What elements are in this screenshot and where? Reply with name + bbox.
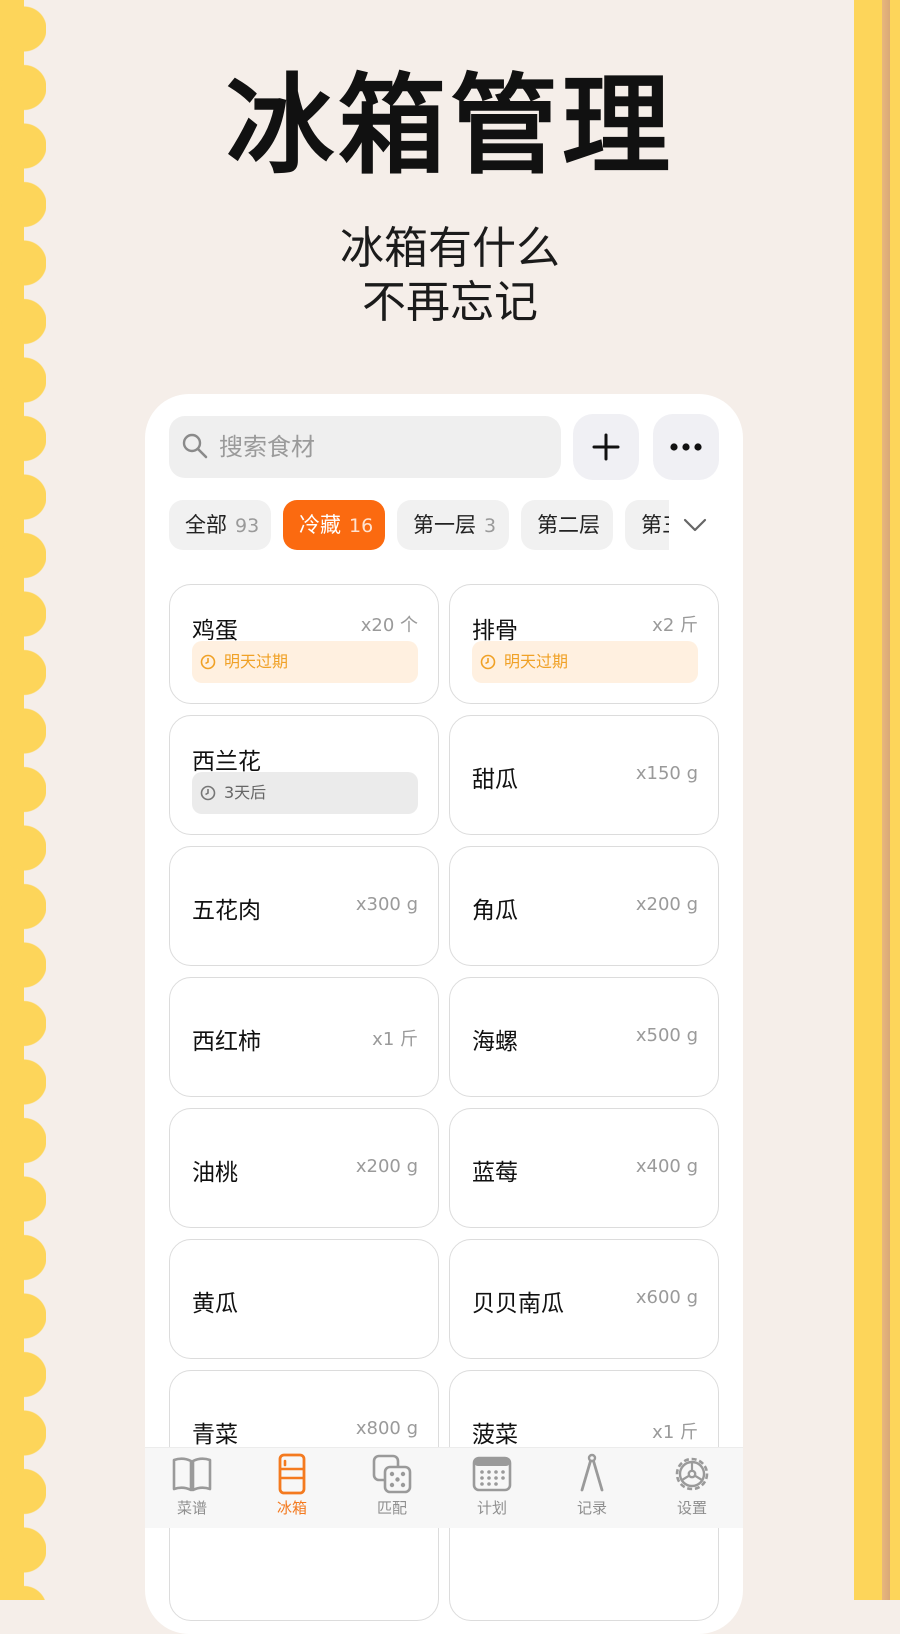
more-dots-icon [670,443,702,451]
food-card[interactable]: 五花肉 x300 g [169,846,439,966]
food-card[interactable]: 排骨 x2 斤 明天过期 [449,584,719,704]
compass-icon [580,1453,604,1492]
more-button[interactable] [653,414,719,480]
nav-label: 计划 [476,1499,507,1517]
food-name: 贝贝南瓜 [472,1291,564,1317]
nav-label: 冰箱 [276,1499,307,1517]
clock-icon [200,654,216,670]
tab-chilled[interactable]: 冷藏 16 [283,500,385,550]
search-icon [182,433,208,459]
food-quantity: x150 g [635,763,698,784]
food-name: 油桃 [192,1160,238,1186]
food-card[interactable]: 西兰花 3天后 [169,715,439,835]
food-name: 鸡蛋 [192,618,238,644]
food-name: 角瓜 [472,898,518,924]
fridge-icon [278,1453,306,1495]
food-name: 西兰花 [192,749,261,775]
expiry-text: 3天后 [224,783,267,802]
food-card[interactable]: 蓝莓 x400 g [449,1108,719,1228]
food-name: 甜瓜 [472,767,518,793]
food-quantity: x400 g [635,1156,698,1177]
nav-fridge[interactable]: 冰箱 [247,1452,337,1520]
add-button[interactable] [573,414,639,480]
food-card[interactable]: 海螺 x500 g [449,977,719,1097]
nav-settings[interactable]: 设置 [647,1452,737,1520]
hero-subtitle-line2: 不再忘记 [362,277,538,328]
tab-label: 冷藏 [299,513,341,537]
food-card[interactable]: 黄瓜 [169,1239,439,1359]
hero-title: 冰箱管理 [225,64,674,189]
food-quantity: x600 g [635,1287,698,1308]
nav-recipes[interactable]: 菜谱 [147,1452,237,1520]
plus-icon [592,433,620,461]
tab-count: 3 [484,515,497,537]
nav-label: 匹配 [376,1499,407,1517]
expiry-badge: 明天过期 [472,641,698,683]
nav-label: 菜谱 [176,1499,207,1517]
food-card[interactable]: 鸡蛋 x20 个 明天过期 [169,584,439,704]
book-icon [172,1457,212,1492]
hero-subtitle-line1: 冰箱有什么 [340,223,560,274]
search-placeholder[interactable]: 搜索食材 [219,416,315,478]
tab-count: 16 [349,515,374,537]
nav-label: 记录 [576,1499,607,1517]
food-card[interactable]: 西红柿 x1 斤 [169,977,439,1097]
food-quantity: x2 斤 [652,615,698,636]
food-quantity: x300 g [355,894,418,915]
bottom-nav: 菜谱 冰箱 匹配 计划 记录 设置 [145,1447,743,1528]
food-quantity: x200 g [635,894,698,915]
food-card[interactable]: 贝贝南瓜 x600 g [449,1239,719,1359]
food-name: 黄瓜 [192,1291,238,1317]
expiry-badge: 明天过期 [192,641,418,683]
tab-shelf-2[interactable]: 第二层 [521,500,613,550]
food-name: 菠菜 [472,1422,518,1448]
food-quantity: x1 斤 [652,1422,698,1443]
hero-subtitle: 冰箱有什么 不再忘记 [0,222,900,330]
food-card[interactable]: 油桃 x200 g [169,1108,439,1228]
phone-screen: 搜索食材 全部 93 冷藏 16 第一层 3 第二层 第三 鸡蛋 x20 个 明… [145,394,743,1634]
dice-icon [372,1454,412,1494]
food-name: 青菜 [192,1422,238,1448]
food-card[interactable]: 角瓜 x200 g [449,846,719,966]
food-card[interactable]: 甜瓜 x150 g [449,715,719,835]
nav-records[interactable]: 记录 [547,1452,637,1520]
search-bar[interactable]: 搜索食材 [169,416,561,478]
food-name: 蓝莓 [472,1160,518,1186]
gear-icon [675,1457,709,1491]
expiry-text: 明天过期 [504,652,569,671]
clock-icon [200,785,216,801]
food-quantity: x800 g [355,1418,418,1439]
tab-label: 第二层 [537,513,600,537]
food-name: 五花肉 [192,898,261,924]
nav-plan[interactable]: 计划 [447,1452,537,1520]
tab-count: 93 [235,515,260,537]
calendar-icon [472,1456,512,1492]
nav-match[interactable]: 匹配 [347,1452,437,1520]
chevron-down-icon [683,518,707,532]
tab-shelf-1[interactable]: 第一层 3 [397,500,509,550]
food-quantity: x200 g [355,1156,418,1177]
food-name: 西红柿 [192,1029,261,1055]
food-quantity: x20 个 [360,615,418,636]
food-quantity: x1 斤 [372,1029,418,1050]
tab-all[interactable]: 全部 93 [169,500,271,550]
tab-label: 第一层 [413,513,476,537]
clock-icon [480,654,496,670]
expiry-badge: 3天后 [192,772,418,814]
tab-label: 全部 [185,513,227,537]
nav-label: 设置 [676,1499,707,1517]
tabs-expand-button[interactable] [669,500,721,550]
category-tabs: 全部 93 冷藏 16 第一层 3 第二层 第三 [169,500,721,550]
food-name: 海螺 [472,1029,518,1055]
expiry-text: 明天过期 [224,652,289,671]
food-name: 排骨 [472,618,518,644]
food-quantity: x500 g [635,1025,698,1046]
